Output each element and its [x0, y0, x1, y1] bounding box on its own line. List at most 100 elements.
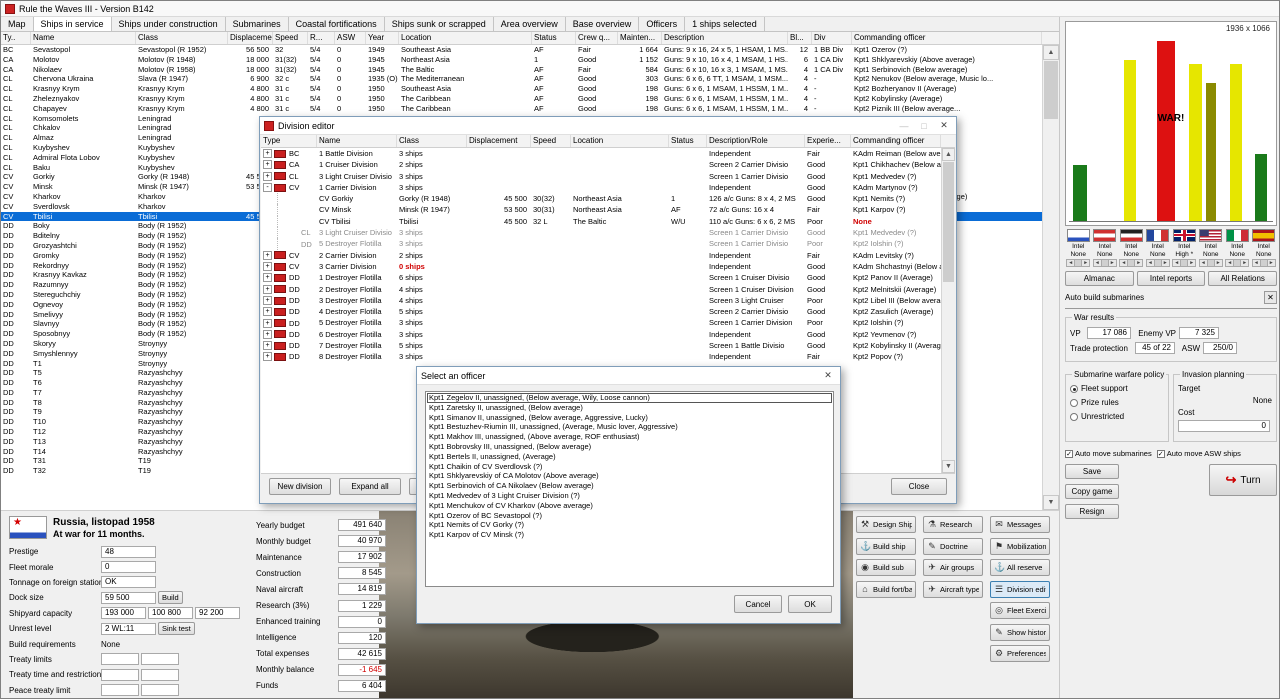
stat-field[interactable]: 2 WL:11	[101, 623, 156, 635]
ship-row[interactable]: CLKrasnyy KrymKrasnyy Krym4 80031 c5/401…	[1, 84, 1042, 94]
division-editor-button[interactable]: ☰Division editor	[990, 581, 1050, 598]
division-row[interactable]: +DD8 Destroyer Flotilla3 shipsIndependen…	[261, 351, 955, 362]
scroll-up-icon[interactable]: ▲	[1043, 45, 1059, 60]
column-header[interactable]: Class	[136, 32, 228, 44]
expander-icon[interactable]: +	[263, 149, 272, 158]
scroll-thumb[interactable]	[1044, 61, 1058, 119]
division-row[interactable]: +CA1 Cruiser Division2 shipsScreen 2 Car…	[261, 159, 955, 170]
doctrine-button[interactable]: ✎Doctrine	[923, 538, 983, 555]
build-button[interactable]: Build	[158, 591, 183, 604]
stat-field[interactable]: OK	[101, 576, 156, 588]
resign-button[interactable]: Resign	[1065, 504, 1119, 519]
ship-row[interactable]: CANikolaevMolotov (R 1958)18 00031(32)5/…	[1, 65, 1042, 75]
table-scrollbar[interactable]: ▲ ▼	[1042, 45, 1059, 510]
column-header[interactable]: ASW	[335, 32, 366, 44]
column-header[interactable]: Type	[261, 135, 317, 147]
invasion-cost-field[interactable]: 0	[1178, 420, 1270, 432]
expander-icon[interactable]: +	[263, 341, 272, 350]
column-header[interactable]: R...	[308, 32, 335, 44]
close-icon[interactable]: ✕	[936, 120, 952, 131]
spin-left-icon[interactable]: ◄	[1067, 260, 1074, 266]
officer-list-item[interactable]: Kpt1 Simanov II, unassigned, (Below aver…	[427, 413, 832, 423]
copy-game-button[interactable]: Copy game	[1065, 484, 1119, 499]
spin-right-icon[interactable]: ►	[1082, 260, 1089, 266]
column-header[interactable]: Name	[317, 135, 397, 147]
column-header[interactable]: Bl...	[788, 32, 812, 44]
division-row[interactable]: +DD5 Destroyer Flotilla3 shipsScreen 1 C…	[261, 317, 955, 328]
division-row[interactable]: +DD6 Destroyer Flotilla3 shipsIndependen…	[261, 329, 955, 340]
spin-left-icon[interactable]: ◄	[1253, 260, 1260, 266]
officer-list-item[interactable]: Kpt1 Chaikin of CV Sverdlovsk (?)	[427, 462, 832, 472]
division-row[interactable]: DD5 Destroyer Flotilla3 shipsScreen 1 Ca…	[261, 238, 955, 249]
spin-right-icon[interactable]: ►	[1241, 260, 1248, 266]
stat-field[interactable]: 59 500	[101, 592, 156, 604]
spin-right-icon[interactable]: ►	[1162, 260, 1169, 266]
column-header[interactable]: Displacement	[467, 135, 531, 147]
stat-field[interactable]: 193 000	[101, 607, 146, 619]
close-icon[interactable]: ✕	[820, 370, 836, 381]
tab-1-ships-selected[interactable]: 1 ships selected	[685, 17, 765, 31]
relation-spinner[interactable]: ◄►	[1225, 259, 1249, 267]
spin-right-icon[interactable]: ►	[1215, 260, 1222, 266]
division-row[interactable]: +DD1 Destroyer Flotilla6 shipsScreen 1 C…	[261, 272, 955, 283]
aircraft-types-button[interactable]: ✈Aircraft types	[923, 581, 983, 598]
column-header[interactable]: Location	[399, 32, 532, 44]
research-button[interactable]: ⚗Research	[923, 516, 983, 533]
division-editor-titlebar[interactable]: Division editor — □ ✕	[260, 117, 956, 135]
officer-list-item[interactable]: Kpt1 Medvedev of 3 Light Cruiser Divisio…	[427, 491, 832, 501]
division-row[interactable]: +CV2 Carrier Division2 shipsIndependentF…	[261, 250, 955, 261]
column-header[interactable]: Experie...	[805, 135, 851, 147]
officer-list-item[interactable]: Kpt1 Karpov of CV Minsk (?)	[427, 530, 832, 540]
division-row[interactable]: CL3 Light Cruiser Divisio3 shipsScreen 1…	[261, 227, 955, 238]
stat-field[interactable]	[141, 669, 179, 681]
division-row[interactable]: -CV1 Carrier Division3 shipsIndependentG…	[261, 182, 955, 193]
column-header[interactable]: Div	[812, 32, 852, 44]
maximize-icon[interactable]: □	[916, 121, 932, 131]
stat-field[interactable]	[101, 684, 139, 696]
column-header[interactable]: Description/Role	[707, 135, 805, 147]
relation-spinner[interactable]: ◄►	[1146, 259, 1170, 267]
relation-spinner[interactable]: ◄►	[1172, 259, 1196, 267]
officer-list-item[interactable]: Kpt1 Bertels II, unassigned, (Average)	[427, 452, 832, 462]
relation-spinner[interactable]: ◄►	[1252, 259, 1276, 267]
officer-list-item[interactable]: Kpt1 Menchukov of CV Kharkov (Above aver…	[427, 501, 832, 511]
save-button[interactable]: Save	[1065, 464, 1119, 479]
expander-icon[interactable]: +	[263, 330, 272, 339]
spin-right-icon[interactable]: ►	[1268, 260, 1275, 266]
expander-icon[interactable]: +	[263, 296, 272, 305]
division-ship-row[interactable]: CV TbilisiTbilisi45 50032 LThe BalticW/U…	[261, 216, 955, 227]
column-header[interactable]: Commanding officer	[851, 135, 941, 147]
division-row[interactable]: +BC1 Battle Division3 shipsIndependentFa…	[261, 148, 955, 159]
tab-area-overview[interactable]: Area overview	[494, 17, 566, 31]
officer-dialog-titlebar[interactable]: Select an officer ✕	[417, 367, 840, 385]
stat-field[interactable]: 100 800	[148, 607, 193, 619]
expand-all-button[interactable]: Expand all	[339, 478, 401, 495]
auto-build-field[interactable]	[1065, 307, 1277, 309]
stat-field[interactable]: 0	[101, 561, 156, 573]
ship-row[interactable]: CLChervona UkrainaSlava (R 1947)6 90032 …	[1, 74, 1042, 84]
officer-list-item[interactable]: Kpt1 Ozerov of BC Sevastopol (?)	[427, 511, 832, 521]
spin-left-icon[interactable]: ◄	[1120, 260, 1127, 266]
tab-ships-sunk-or-scrapped[interactable]: Ships sunk or scrapped	[385, 17, 494, 31]
officer-list-item[interactable]: Kpt1 Shklyarevskiy of CA Molotov (Above …	[427, 471, 832, 481]
ship-row[interactable]: BCSevastopolSevastopol (R 1952)56 500325…	[1, 45, 1042, 55]
officer-list-item[interactable]: Kpt1 Makhov III, unassigned, (Above aver…	[427, 432, 832, 442]
column-header[interactable]: Displacement	[228, 32, 273, 44]
division-row[interactable]: +CL3 Light Cruiser Divisio3 shipsScreen …	[261, 171, 955, 182]
stat-field[interactable]	[141, 653, 179, 665]
expander-icon[interactable]: +	[263, 262, 272, 271]
relation-spinner[interactable]: ◄►	[1199, 259, 1223, 267]
tab-submarines[interactable]: Submarines	[226, 17, 289, 31]
division-row[interactable]: +CV3 Carrier Division0 shipsIndependentG…	[261, 261, 955, 272]
show-history-button[interactable]: ✎Show history	[990, 624, 1050, 641]
spin-right-icon[interactable]: ►	[1188, 260, 1195, 266]
column-header[interactable]: Year	[366, 32, 399, 44]
ship-row[interactable]: CAMolotovMolotov (R 1948)18 00031(32)5/4…	[1, 55, 1042, 65]
column-header[interactable]: Status	[669, 135, 707, 147]
column-header[interactable]: Speed	[531, 135, 571, 147]
expander-icon[interactable]: +	[263, 307, 272, 316]
column-header[interactable]: Commanding officer	[852, 32, 1042, 44]
stat-field[interactable]	[101, 669, 139, 681]
officer-list-item[interactable]: Kpt1 Zaretsky II, unassigned, (Below ave…	[427, 403, 832, 413]
tab-coastal-fortifications[interactable]: Coastal fortifications	[289, 17, 385, 31]
